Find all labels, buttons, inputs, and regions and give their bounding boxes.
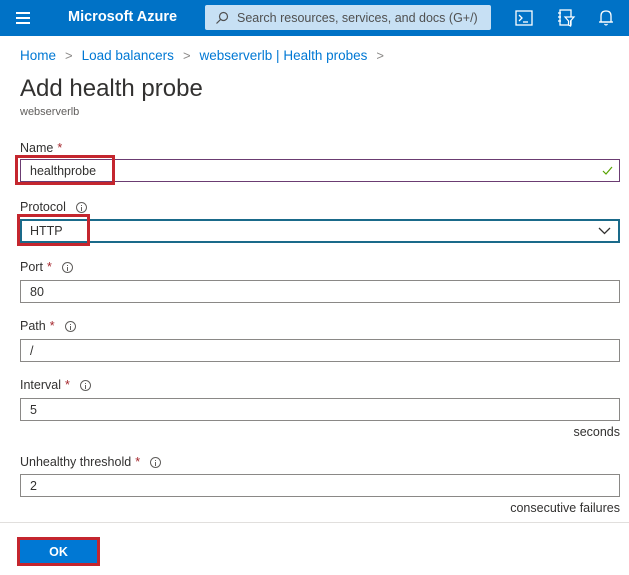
info-icon[interactable] bbox=[75, 201, 87, 213]
port-label: Port * bbox=[20, 260, 73, 274]
search-box[interactable]: Search resources, services, and docs (G+… bbox=[205, 5, 491, 30]
page-subtitle: webserverlb bbox=[20, 106, 80, 118]
name-input[interactable]: healthprobe bbox=[20, 159, 620, 182]
info-icon[interactable] bbox=[79, 379, 91, 391]
breadcrumb-separator: > bbox=[376, 48, 384, 63]
unhealthy-threshold-value: 2 bbox=[30, 478, 37, 493]
breadcrumb-health-probes[interactable]: webserverlb | Health probes bbox=[200, 48, 368, 63]
port-input[interactable]: 80 bbox=[20, 280, 620, 303]
protocol-label-text: Protocol bbox=[20, 200, 66, 214]
footer-divider bbox=[0, 522, 629, 523]
chevron-down-icon bbox=[598, 227, 611, 235]
ok-button[interactable]: OK bbox=[20, 540, 97, 563]
unhealthy-threshold-input[interactable]: 2 bbox=[20, 474, 620, 497]
breadcrumb-home[interactable]: Home bbox=[20, 48, 56, 63]
info-icon[interactable] bbox=[61, 261, 73, 273]
port-label-text: Port bbox=[20, 260, 43, 274]
interval-label: Interval * bbox=[20, 378, 91, 392]
path-label-text: Path bbox=[20, 319, 46, 333]
name-label-text: Name bbox=[20, 141, 54, 155]
cloud-shell-icon[interactable] bbox=[514, 8, 534, 28]
top-bar: Microsoft Azure Search resources, servic… bbox=[0, 0, 629, 36]
path-label: Path * bbox=[20, 319, 76, 333]
interval-value: 5 bbox=[30, 402, 37, 417]
search-placeholder: Search resources, services, and docs (G+… bbox=[237, 10, 478, 25]
brand-title[interactable]: Microsoft Azure bbox=[68, 9, 177, 25]
name-value: healthprobe bbox=[30, 163, 97, 178]
port-value: 80 bbox=[30, 284, 44, 299]
checkmark-icon bbox=[602, 166, 613, 175]
breadcrumb: Home > Load balancers > webserverlb | He… bbox=[20, 48, 393, 63]
required-marker: * bbox=[135, 455, 141, 469]
breadcrumb-separator: > bbox=[182, 48, 191, 63]
info-icon[interactable] bbox=[150, 456, 162, 468]
interval-input[interactable]: 5 bbox=[20, 398, 620, 421]
required-marker: * bbox=[65, 378, 70, 392]
page-title: Add health probe bbox=[20, 75, 203, 102]
required-marker: * bbox=[46, 260, 52, 274]
required-marker: * bbox=[57, 141, 63, 155]
protocol-dropdown[interactable]: HTTP bbox=[20, 219, 620, 243]
required-marker: * bbox=[49, 319, 55, 333]
path-value: / bbox=[30, 343, 34, 358]
protocol-value: HTTP bbox=[30, 224, 63, 238]
hamburger-icon[interactable] bbox=[12, 8, 34, 28]
path-input[interactable]: / bbox=[20, 339, 620, 362]
name-label: Name * bbox=[20, 141, 62, 155]
interval-label-text: Interval bbox=[20, 378, 61, 392]
protocol-label: Protocol bbox=[20, 200, 87, 214]
breadcrumb-separator: > bbox=[65, 48, 73, 63]
info-icon[interactable] bbox=[64, 320, 76, 332]
interval-unit: seconds bbox=[573, 425, 620, 439]
unhealthy-threshold-label-text: Unhealthy threshold bbox=[20, 455, 132, 469]
directory-filter-icon[interactable] bbox=[556, 8, 576, 28]
unhealthy-threshold-label: Unhealthy threshold * bbox=[20, 455, 162, 469]
search-icon bbox=[216, 11, 229, 24]
notifications-bell-icon[interactable] bbox=[596, 8, 616, 28]
breadcrumb-load-balancers[interactable]: Load balancers bbox=[82, 48, 174, 63]
unhealthy-threshold-unit: consecutive failures bbox=[510, 501, 620, 515]
